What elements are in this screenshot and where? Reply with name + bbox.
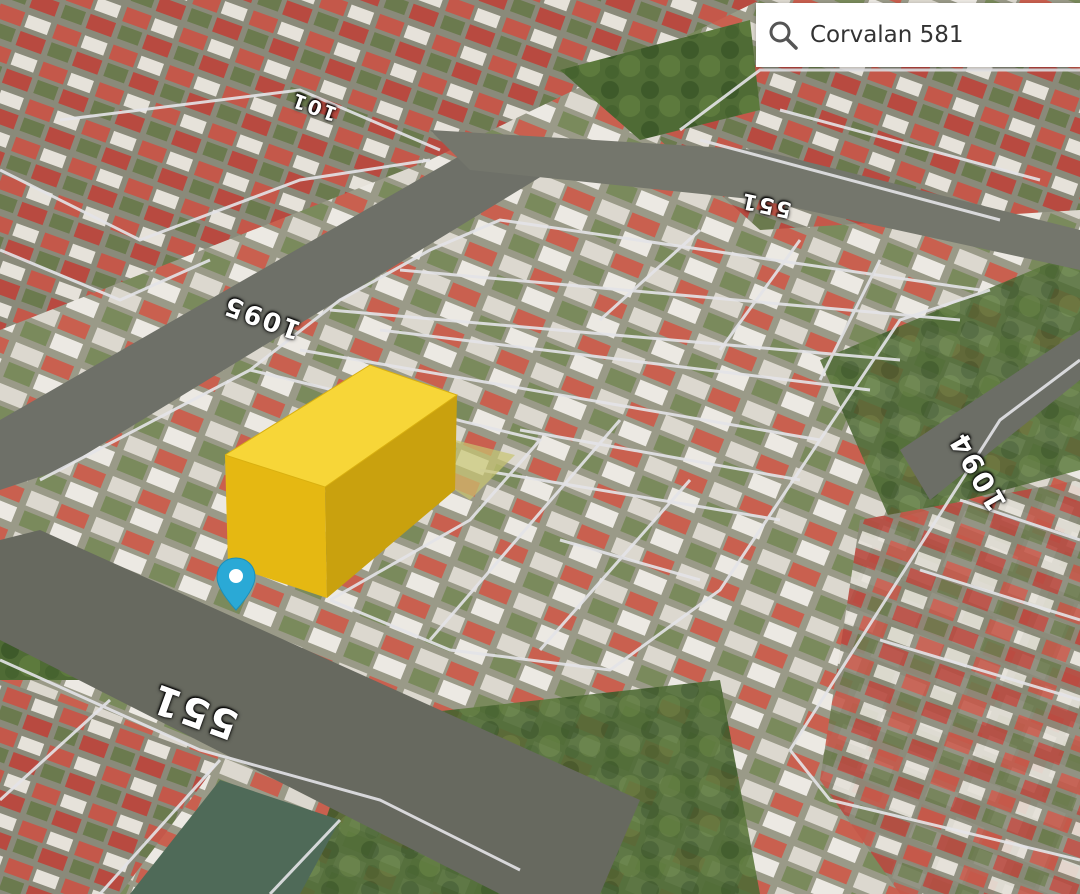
location-pin-icon[interactable] — [214, 556, 258, 614]
map-view[interactable]: 101 1095 551 1094 551 — [0, 0, 1080, 894]
search-input[interactable] — [810, 22, 1060, 48]
search-bar[interactable] — [756, 3, 1080, 67]
satellite-imagery[interactable] — [0, 0, 1080, 894]
search-icon[interactable] — [766, 18, 800, 52]
